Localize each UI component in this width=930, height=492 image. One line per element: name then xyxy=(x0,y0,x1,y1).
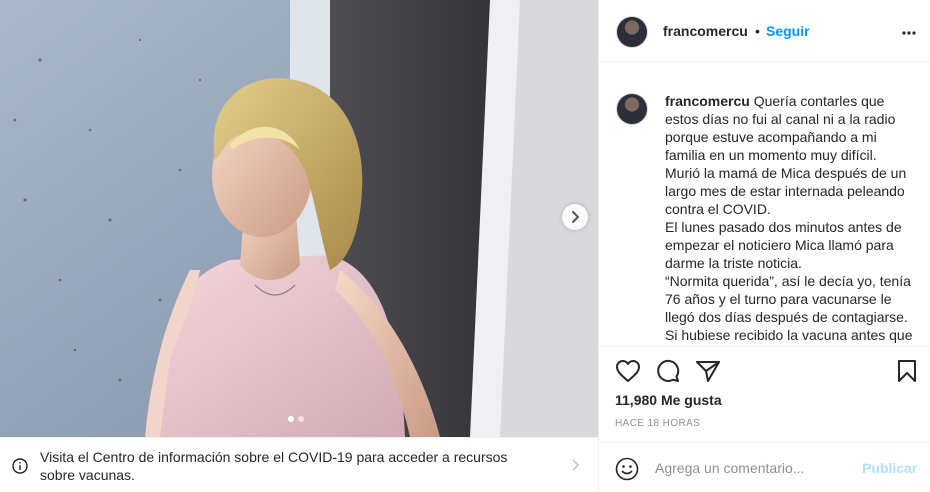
info-icon xyxy=(12,458,28,474)
covid-info-banner[interactable]: Visita el Centro de información sobre el… xyxy=(0,437,598,492)
comment-icon[interactable] xyxy=(655,359,681,383)
avatar[interactable] xyxy=(616,16,648,48)
post-details-panel: francomercu • Seguir francomercu Quería … xyxy=(598,0,930,492)
post-timestamp[interactable]: HACE 18 HORAS xyxy=(615,418,700,429)
photo-illustration xyxy=(0,0,598,437)
caption-avatar[interactable] xyxy=(616,93,648,125)
instagram-post-view: Visita el Centro de información sobre el… xyxy=(0,0,930,492)
like-heart-icon[interactable] xyxy=(615,359,641,383)
header-separator: • xyxy=(755,23,760,39)
post-header: francomercu • Seguir xyxy=(599,0,930,62)
action-bar xyxy=(599,346,930,396)
carousel-dot-1 xyxy=(288,416,294,422)
follow-button[interactable]: Seguir xyxy=(766,23,810,39)
caption-line-2: Murió la mamá de Mica después de un larg… xyxy=(665,165,907,217)
likes-count[interactable]: 11,980 Me gusta xyxy=(615,392,722,408)
chevron-right-icon xyxy=(572,459,580,471)
comment-bar: Publicar xyxy=(599,442,930,492)
more-options-icon[interactable] xyxy=(901,25,917,41)
comment-input[interactable] xyxy=(655,455,855,481)
caption-line-5: Si hubiese recibido la vacuna antes que xyxy=(665,327,913,343)
post-photo[interactable] xyxy=(0,0,598,437)
carousel-next-button[interactable] xyxy=(562,204,588,230)
caption-username[interactable]: francomercu xyxy=(665,93,750,109)
carousel-dot-2 xyxy=(298,416,304,422)
caption-line-3: El lunes pasado dos minutos antes de emp… xyxy=(665,219,902,271)
caption-line-4: “Normita querida”, así le decía yo, tení… xyxy=(665,273,911,325)
save-bookmark-icon[interactable] xyxy=(897,359,917,383)
carousel-indicator xyxy=(288,416,304,422)
publish-button[interactable]: Publicar xyxy=(862,460,917,476)
emoji-icon[interactable] xyxy=(615,457,639,481)
caption-text: francomercu Quería contarles que estos d… xyxy=(665,92,921,344)
caption-area: francomercu Quería contarles que estos d… xyxy=(599,62,930,346)
chevron-right-icon xyxy=(572,211,579,223)
covid-banner-text: Visita el Centro de información sobre el… xyxy=(40,449,508,483)
share-icon[interactable] xyxy=(695,359,721,383)
header-username[interactable]: francomercu xyxy=(663,23,748,39)
